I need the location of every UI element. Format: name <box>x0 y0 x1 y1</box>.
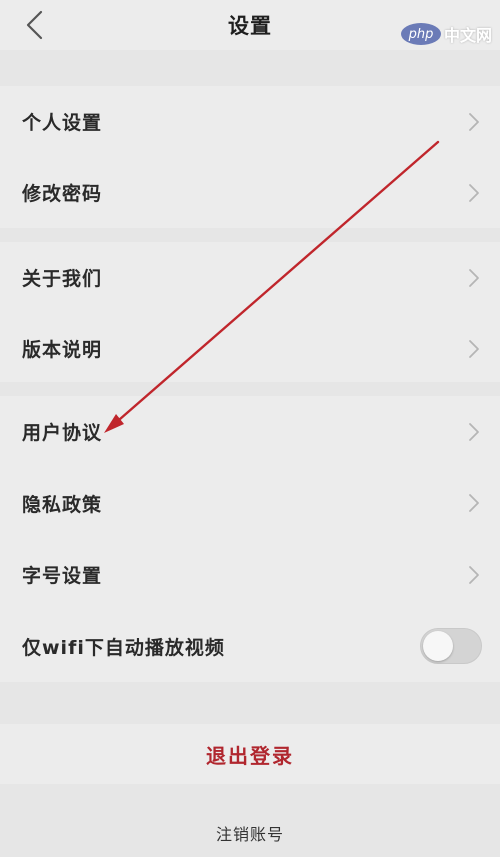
chevron-right-icon <box>468 183 480 203</box>
chevron-right-icon <box>468 493 480 513</box>
row-change-password[interactable]: 修改密码 <box>0 157 500 228</box>
row-label: 个人设置 <box>22 112 103 134</box>
row-font-size[interactable]: 字号设置 <box>0 539 500 611</box>
chevron-right-icon <box>468 112 480 132</box>
row-version-notes[interactable]: 版本说明 <box>0 313 500 384</box>
toggle-knob <box>423 631 453 662</box>
row-label: 字号设置 <box>22 565 103 588</box>
chevron-right-icon <box>468 339 480 359</box>
watermark-text: 中文网 <box>443 26 492 45</box>
settings-group-account: 个人设置 修改密码 <box>0 86 500 228</box>
chevron-right-icon <box>468 565 480 585</box>
settings-group-legal: 用户协议 隐私政策 字号设置 仅wifi下自动播放视频 <box>0 396 500 682</box>
deregister-account-button[interactable]: 注销账号 <box>0 810 500 856</box>
logout-button[interactable]: 退出登录 <box>0 724 500 784</box>
chevron-right-icon <box>468 268 480 288</box>
deregister-label: 注销账号 <box>215 825 284 844</box>
row-label: 关于我们 <box>22 268 103 290</box>
row-label: 修改密码 <box>22 183 103 205</box>
row-about-us[interactable]: 关于我们 <box>0 242 500 313</box>
row-wifi-autoplay: 仅wifi下自动播放视频 <box>0 611 500 683</box>
row-label: 隐私政策 <box>22 493 103 516</box>
autoplay-toggle[interactable] <box>420 628 482 665</box>
watermark: php 中文网 <box>400 22 492 46</box>
row-label: 用户协议 <box>22 422 103 445</box>
logout-label: 退出登录 <box>206 743 294 768</box>
watermark-logo: php <box>400 23 441 45</box>
row-privacy-policy[interactable]: 隐私政策 <box>0 468 500 540</box>
row-label: 版本说明 <box>22 339 103 361</box>
row-user-agreement[interactable]: 用户协议 <box>0 396 500 468</box>
row-label: 仅wifi下自动播放视频 <box>22 636 225 659</box>
chevron-right-icon <box>468 422 480 442</box>
settings-group-about: 关于我们 版本说明 <box>0 242 500 382</box>
row-personal-settings[interactable]: 个人设置 <box>0 86 500 157</box>
header-bar: 设置 php 中文网 <box>0 0 500 50</box>
